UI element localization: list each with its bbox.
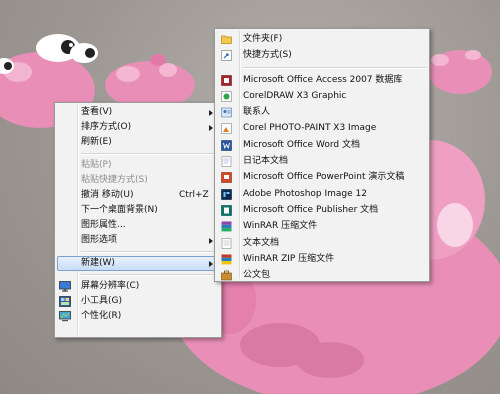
new-shortcut[interactable]: 快捷方式(S) [215,47,429,63]
menu-separator [81,251,219,253]
personalize-icon [59,311,71,322]
new-winrar-archive-label: WinRAR 压缩文件 [243,221,318,232]
photoshop-icon [221,188,232,200]
new-coreldraw-graphic-label: CorelDRAW X3 Graphic [243,90,347,101]
new-powerpoint-presentation[interactable]: Microsoft Office PowerPoint 演示文稿 [215,169,429,185]
menu-item-graphics-properties-label: 图形属性... [81,220,126,230]
new-photoshop-image-label: Adobe Photoshop Image 12 [243,188,367,199]
menu-separator [81,274,219,276]
new-winrar-zip-archive-label: WinRAR ZIP 压缩文件 [243,253,335,264]
menu-item-view[interactable]: 查看(V) [55,105,221,120]
new-publisher-document[interactable]: Microsoft Office Publisher 文档 [215,202,429,218]
menu-item-paste-shortcut[interactable]: 粘贴快捷方式(S) [55,173,221,188]
winrar-icon [221,221,232,232]
menu-item-personalize-label: 个性化(R) [81,311,122,321]
menu-item-graphics-options-label: 图形选项 [81,235,118,245]
menu-item-new[interactable]: 新建(W) [57,256,219,271]
new-coreldraw-graphic[interactable]: CorelDRAW X3 Graphic [215,88,429,104]
new-word-document-label: Microsoft Office Word 文档 [243,139,360,150]
new-word-document[interactable]: Microsoft Office Word 文档 [215,137,429,153]
new-folder[interactable]: 文件夹(F) [215,31,429,47]
submenu-arrow-icon [209,125,213,131]
new-contact-label: 联系人 [243,107,271,118]
menu-item-view-label: 查看(V) [81,107,113,117]
submenu-arrow-icon [209,261,213,267]
menu-item-personalize[interactable]: 个性化(R) [55,309,221,324]
coreldraw-icon [221,91,232,102]
menu-item-next-background[interactable]: 下一个桌面背景(N) [55,203,221,218]
menu-separator [81,153,219,155]
menu-item-sort-by-label: 排序方式(O) [81,122,132,132]
menu-item-undo-shortcut: Ctrl+Z [179,190,209,200]
new-access-database-label: Microsoft Office Access 2007 数据库 [243,74,403,85]
menu-item-gadgets-label: 小工具(G) [81,296,122,306]
submenu-arrow-icon [209,110,213,116]
menu-item-undo-move[interactable]: 撤消 移动(U) Ctrl+Z [55,188,221,203]
new-winrar-zip-archive[interactable]: WinRAR ZIP 压缩文件 [215,251,429,267]
new-text-document[interactable]: 文本文档 [215,235,429,251]
menu-item-graphics-properties[interactable]: 图形属性... [55,218,221,233]
winrar-zip-icon [221,254,232,265]
new-briefcase-label: 公文包 [243,270,271,281]
shortcut-icon [221,50,232,62]
photopaint-icon [221,123,232,135]
gadgets-icon [59,296,71,307]
new-briefcase[interactable]: 公文包 [215,267,429,283]
menu-separator [243,66,427,69]
menu-item-new-label: 新建(W) [81,258,115,268]
contact-icon [221,107,232,118]
submenu-arrow-icon [209,238,213,244]
new-contact[interactable]: 联系人 [215,104,429,120]
new-journal-document[interactable]: 日记本文档 [215,153,429,169]
text-document-icon [221,237,232,249]
menu-item-undo-move-label: 撤消 移动(U) [81,190,134,200]
menu-item-screen-resolution[interactable]: 屏幕分辨率(C) [55,279,221,294]
new-photopaint-image-label: Corel PHOTO-PAINT X3 Image [243,123,377,134]
new-shortcut-label: 快捷方式(S) [243,50,292,61]
new-access-database[interactable]: Microsoft Office Access 2007 数据库 [215,72,429,88]
new-powerpoint-presentation-label: Microsoft Office PowerPoint 演示文稿 [243,172,405,183]
new-winrar-archive[interactable]: WinRAR 压缩文件 [215,218,429,234]
word-icon [221,139,232,151]
menu-item-next-background-label: 下一个桌面背景(N) [81,205,158,215]
publisher-icon [221,205,232,216]
new-photopaint-image[interactable]: Corel PHOTO-PAINT X3 Image [215,120,429,136]
new-text-document-label: 文本文档 [243,237,280,248]
menu-item-sort-by[interactable]: 排序方式(O) [55,120,221,135]
briefcase-icon [221,270,232,281]
new-submenu: 文件夹(F) 快捷方式(S) Microsoft Office Access 2… [214,28,430,282]
desktop-background: 查看(V) 排序方式(O) 刷新(E) 粘贴(P) 粘贴快捷方式(S) 撤消 移… [0,0,500,394]
display-icon [59,281,71,292]
folder-icon [221,35,232,44]
powerpoint-icon [221,172,232,184]
new-photoshop-image[interactable]: Adobe Photoshop Image 12 [215,186,429,202]
access-icon [221,74,232,86]
menu-item-screen-resolution-label: 屏幕分辨率(C) [81,281,140,291]
journal-icon [221,156,232,167]
menu-item-refresh[interactable]: 刷新(E) [55,135,221,150]
new-folder-label: 文件夹(F) [243,34,283,44]
menu-item-paste-shortcut-label: 粘贴快捷方式(S) [81,175,148,185]
new-journal-document-label: 日记本文档 [243,156,289,167]
desktop-context-menu: 查看(V) 排序方式(O) 刷新(E) 粘贴(P) 粘贴快捷方式(S) 撤消 移… [54,102,222,338]
menu-item-paste[interactable]: 粘贴(P) [55,158,221,173]
menu-item-refresh-label: 刷新(E) [81,137,112,147]
menu-item-graphics-options[interactable]: 图形选项 [55,233,221,248]
new-publisher-document-label: Microsoft Office Publisher 文档 [243,204,379,215]
menu-item-gadgets[interactable]: 小工具(G) [55,294,221,309]
menu-item-paste-label: 粘贴(P) [81,160,112,170]
